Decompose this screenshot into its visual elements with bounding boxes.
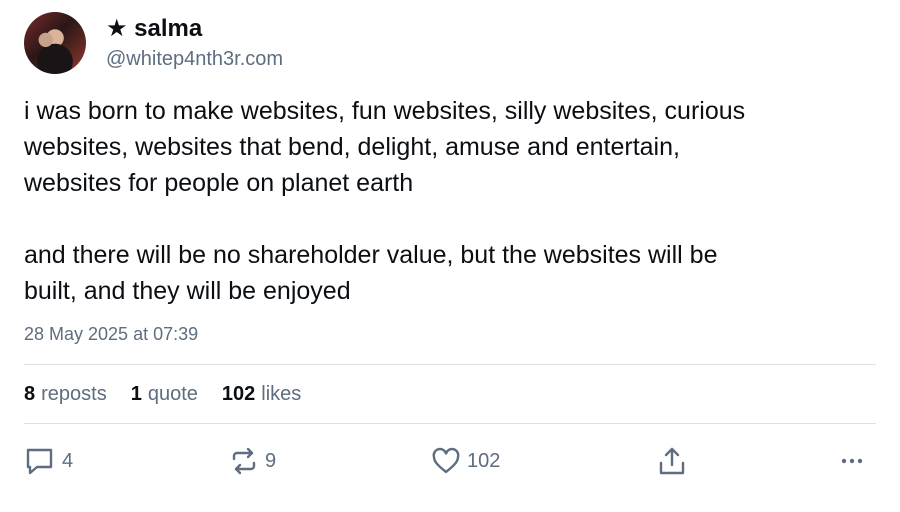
- reposts-label: reposts: [41, 383, 107, 405]
- reply-count: 4: [62, 449, 74, 472]
- divider: [24, 364, 876, 365]
- author-display-name[interactable]: ★ salma: [106, 13, 283, 45]
- reposts-stat[interactable]: 8 reposts: [24, 380, 107, 408]
- likes-stat[interactable]: 102 likes: [222, 380, 301, 408]
- post-paragraph: i was born to make websites, fun website…: [24, 97, 746, 197]
- reply-button[interactable]: 4: [24, 444, 73, 478]
- more-icon: [836, 446, 866, 476]
- repost-icon: [229, 446, 259, 476]
- repost-button[interactable]: 9: [229, 444, 276, 478]
- post-card: ★ salma @whitep4nth3r.com i was born to …: [0, 0, 900, 512]
- heart-icon: [431, 446, 461, 476]
- like-count: 102: [467, 449, 501, 472]
- likes-count: 102: [221, 383, 256, 405]
- likes-label: likes: [261, 383, 302, 405]
- post-paragraph: and there will be no shareholder value, …: [24, 241, 718, 305]
- more-options-button[interactable]: [836, 444, 866, 478]
- post-header: ★ salma @whitep4nth3r.com: [24, 12, 283, 74]
- post-text: i was born to make websites, fun website…: [24, 93, 880, 309]
- divider: [24, 423, 876, 424]
- author-names: ★ salma @whitep4nth3r.com: [106, 13, 283, 73]
- author-handle[interactable]: @whitep4nth3r.com: [106, 45, 283, 73]
- avatar[interactable]: [24, 12, 86, 74]
- action-bar: 4 9 102: [0, 444, 900, 478]
- share-icon: [658, 446, 686, 476]
- quotes-label: quote: [147, 383, 198, 405]
- quotes-stat[interactable]: 1 quote: [131, 380, 198, 408]
- reply-icon: [24, 446, 56, 476]
- post-stats: 8 reposts 1 quote 102 likes: [24, 380, 325, 408]
- repost-count: 9: [265, 449, 277, 472]
- quotes-count: 1: [130, 383, 142, 405]
- share-button[interactable]: [658, 444, 686, 478]
- like-button[interactable]: 102: [431, 444, 500, 478]
- reposts-count: 8: [24, 383, 36, 405]
- post-timestamp[interactable]: 28 May 2025 at 07:39: [24, 321, 198, 347]
